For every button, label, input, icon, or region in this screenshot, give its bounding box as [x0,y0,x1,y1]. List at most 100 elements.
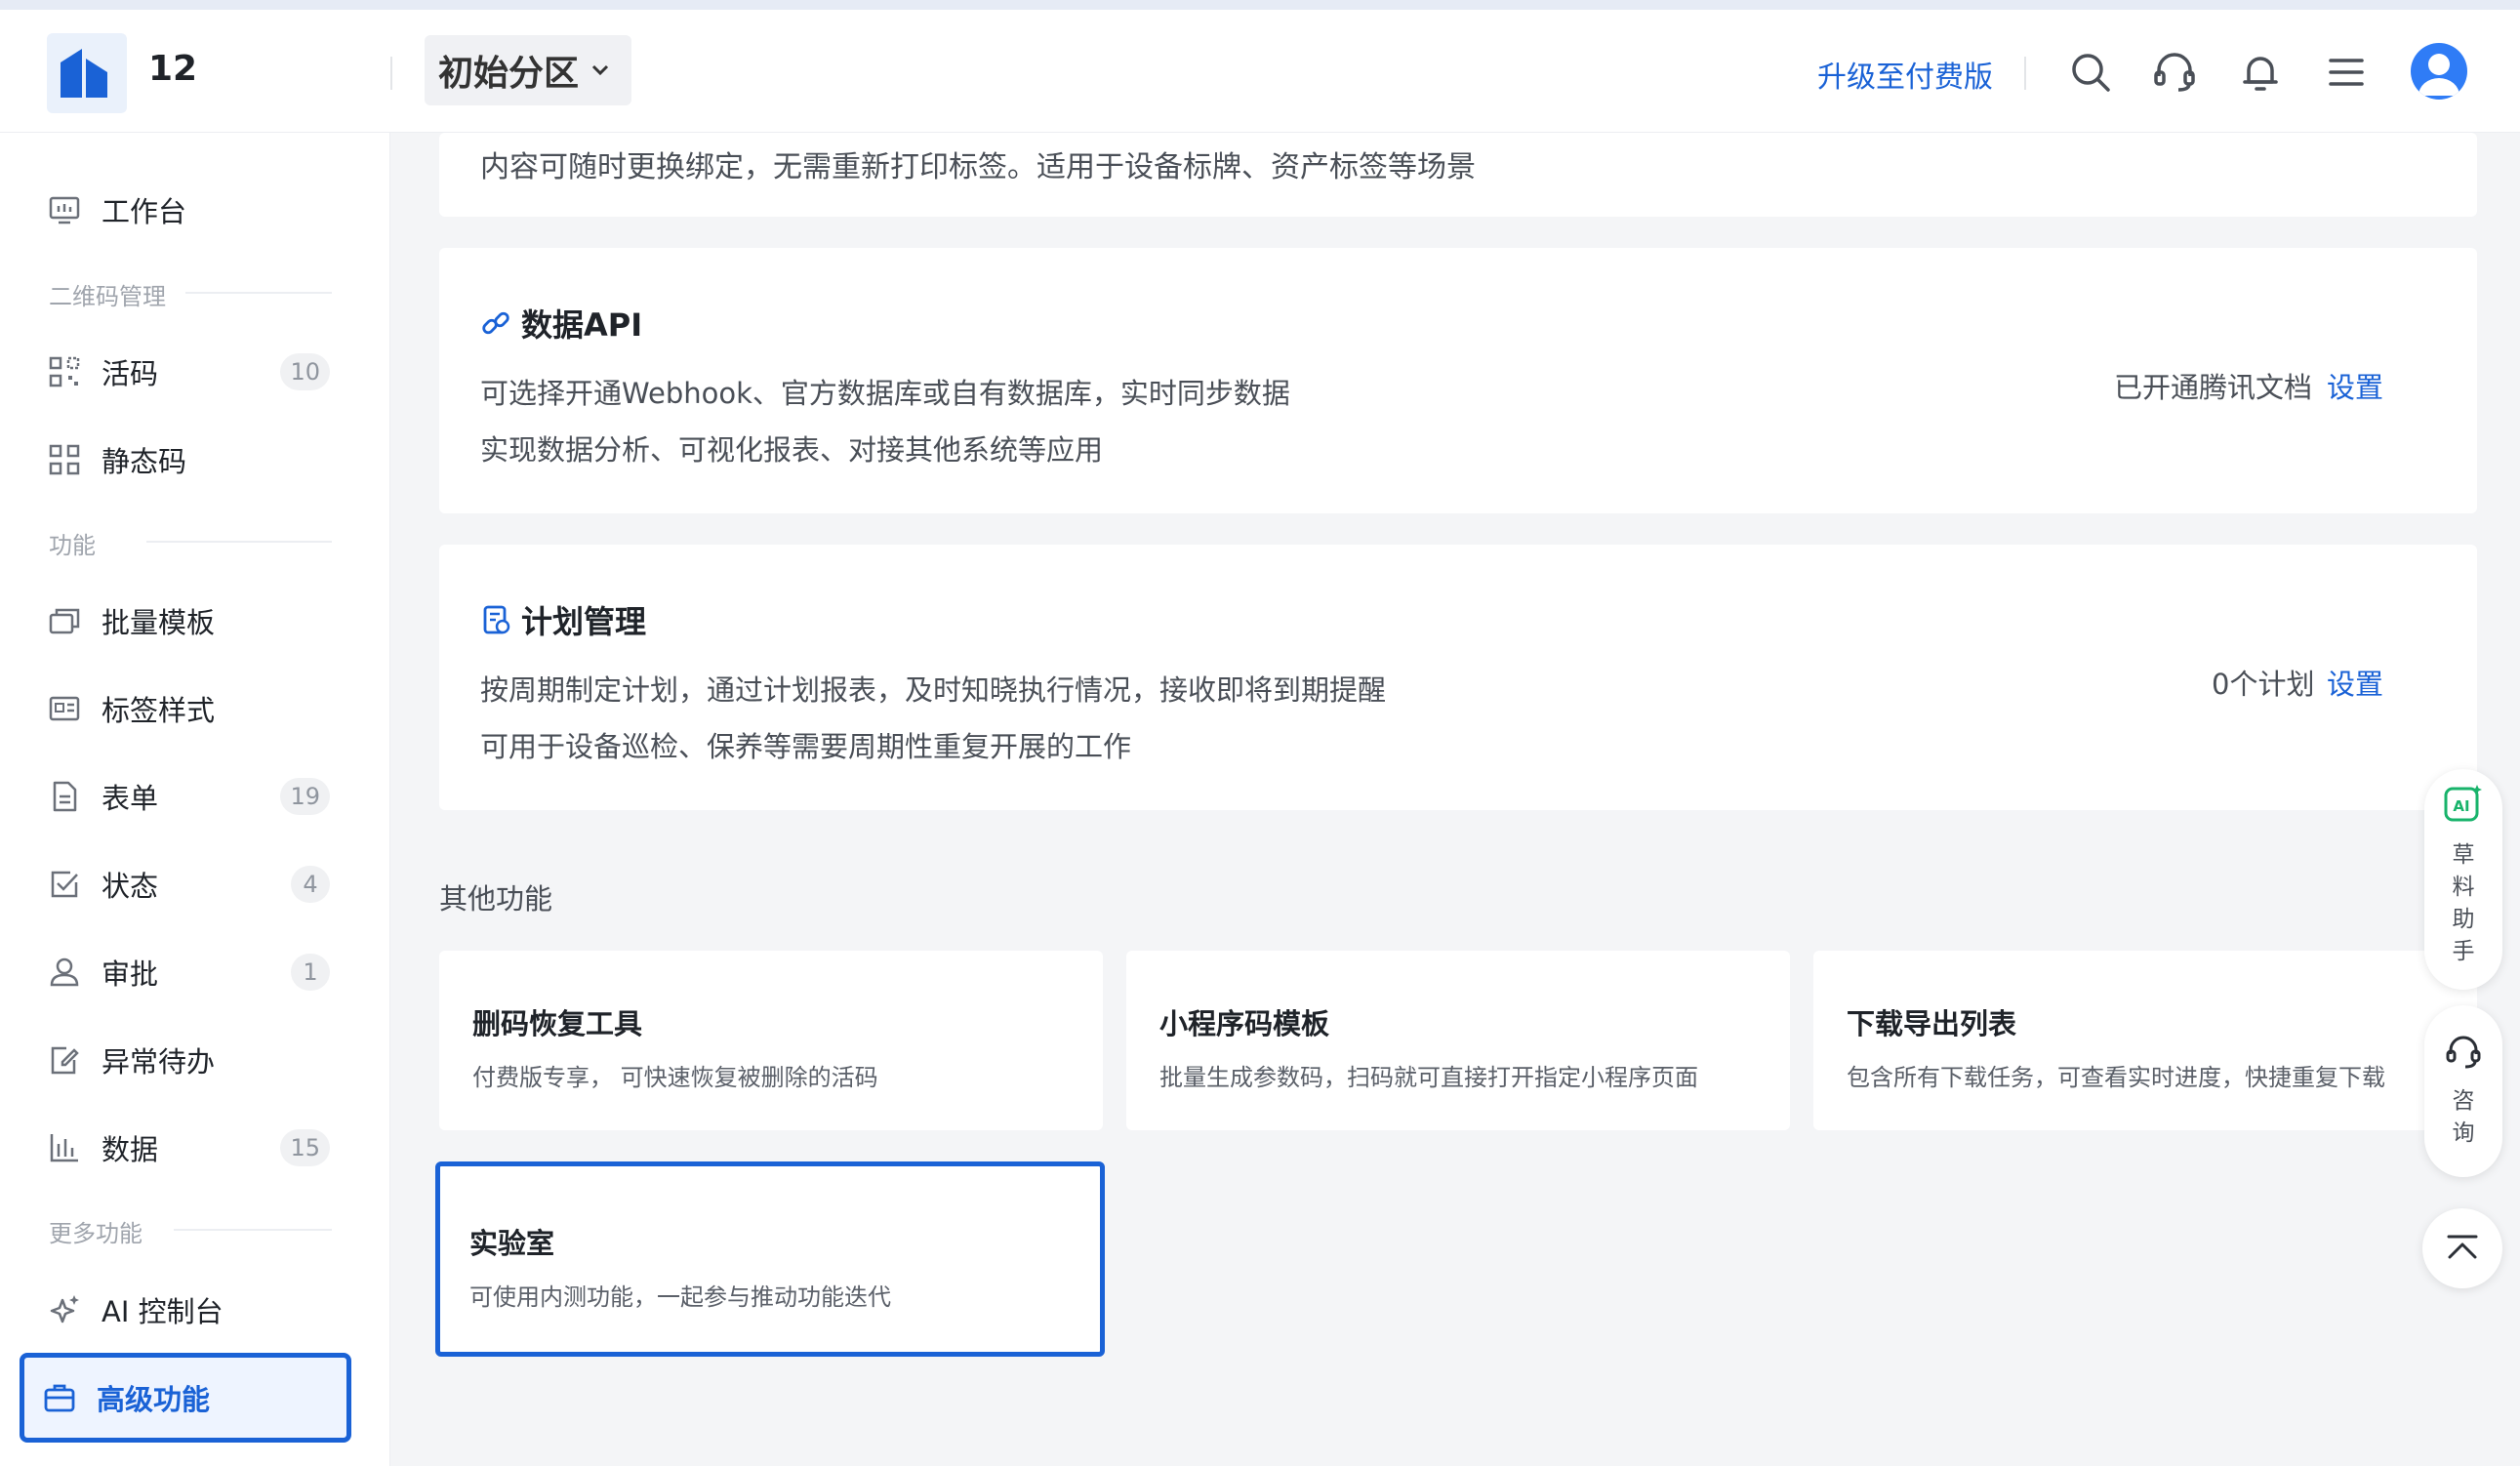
sidebar: 工作台 二维码管理 活码 10 静态码 功能 批量模板 标签样式 表单 19 状… [0,133,390,1466]
sidebar-item-static-code[interactable]: 静态码 [29,424,342,496]
edit-note-icon [51,1046,79,1075]
sidebar-item-label: 静态码 [102,445,187,478]
chevron-down-icon [591,64,609,76]
sidebar-item-data[interactable]: 数据 15 [29,1112,342,1184]
card-title: 计划管理 [480,597,646,642]
document-icon [53,781,77,812]
calendar-doc-icon [483,605,510,634]
plan-settings-link[interactable]: 设置 [2327,662,2383,703]
count-badge: 19 [280,778,330,815]
sidebar-item-batch-template[interactable]: 批量模板 [29,585,342,657]
count-badge: 4 [291,866,330,903]
card-description: 内容可随时更换绑定，无需重新打印标签。适用于设备标牌、资产标签等场景 [480,150,1476,184]
avatar[interactable] [2411,43,2467,100]
tile-description: 批量生成参数码，扫码就可直接打开指定小程序页面 [1159,1064,1698,1091]
sidebar-item-approval[interactable]: 审批 1 [29,936,342,1008]
logo-icon [61,49,107,98]
consult-button[interactable]: 咨 询 [2424,1005,2502,1177]
app-logo[interactable] [47,33,127,113]
sidebar-item-label: 表单 [102,782,159,815]
feature-card-data-api: 数据API 可选择开通Webhook、官方数据库或自有数据库，实时同步数据 实现… [439,248,2477,513]
section-divider [185,292,332,294]
header-divider-2 [2024,57,2026,90]
sidebar-item-form[interactable]: 表单 19 [29,760,342,833]
card-title: 数据API [480,301,642,346]
sidebar-item-label: AI 控制台 [102,1295,224,1328]
section-divider [174,1229,332,1231]
tile-description: 付费版专享， 可快速恢复被删除的活码 [472,1064,878,1091]
monitor-icon [49,196,80,224]
window-top-strip [0,0,2520,10]
menu-icon[interactable] [2323,49,2370,96]
api-settings-link[interactable]: 设置 [2327,365,2383,406]
sparkle-icon [50,1295,79,1323]
feature-card-live-code: 内容可随时更换绑定，无需重新打印标签。适用于设备标牌、资产标签等场景 [439,133,2477,217]
back-to-top-button[interactable] [2422,1208,2502,1288]
sidebar-item-exception[interactable]: 异常待办 [29,1024,342,1096]
card-description: 可用于设备巡检、保养等需要周期性重复开展的工作 [480,730,1132,763]
sidebar-item-label: 活码 [102,357,159,390]
sidebar-item-label: 状态 [102,870,159,903]
partition-label: 初始分区 [438,54,580,94]
tile-description: 可使用内测功能，一起参与推动功能迭代 [469,1283,891,1311]
sidebar-item-label-style[interactable]: 标签样式 [29,672,342,745]
count-badge: 1 [291,954,330,991]
card-description: 按周期制定计划，通过计划报表，及时知晓执行情况，接收即将到期提醒 [480,673,1387,707]
card-title-text: 计划管理 [521,603,647,640]
upgrade-link[interactable]: 升级至付费版 [1817,53,1993,96]
tile-title: 删码恢复工具 [472,1007,643,1040]
tile-download-list[interactable]: 下载导出列表 包含所有下载任务，可查看实时进度，快捷重复下载 [1813,951,2477,1130]
briefcase-icon [44,1384,75,1412]
layers-icon [49,608,80,634]
ai-assistant-button[interactable]: AI 草 料 助 手 [2424,769,2502,990]
sidebar-item-label: 异常待办 [102,1045,216,1079]
assistant-label: 草 料 助 手 [2452,842,2475,964]
consult-label: 咨 询 [2452,1088,2475,1146]
org-name: 12 [148,49,198,89]
sidebar-item-status[interactable]: 状态 4 [29,848,342,920]
sidebar-item-label: 高级功能 [97,1383,211,1416]
ai-assistant-icon: AI [2444,785,2482,822]
header-divider [390,57,392,90]
top-header: 12 初始分区 升级至付费版 [0,10,2520,133]
sidebar-item-label: 批量模板 [102,606,216,639]
sidebar-item-live-code[interactable]: 活码 10 [29,336,342,408]
tile-title: 实验室 [469,1227,555,1260]
section-label-function: 功能 [49,532,96,559]
section-title-other: 其他功能 [439,882,553,916]
sidebar-item-ai-console[interactable]: AI 控制台 [29,1274,342,1346]
arrow-up-icon [2447,1235,2478,1259]
count-badge: 10 [280,353,330,390]
tile-code-recovery[interactable]: 删码恢复工具 付费版专享， 可快速恢复被删除的活码 [439,951,1103,1130]
card-description: 实现数据分析、可视化报表、对接其他系统等应用 [480,433,1104,467]
tile-title: 小程序码模板 [1159,1007,1330,1040]
checkbox-icon [51,871,78,898]
tile-miniprogram-template[interactable]: 小程序码模板 批量生成参数码，扫码就可直接打开指定小程序页面 [1126,951,1790,1130]
section-label-qrcode: 二维码管理 [49,283,166,310]
sidebar-item-label: 标签样式 [102,694,216,727]
card-description: 可选择开通Webhook、官方数据库或自有数据库，实时同步数据 [480,377,1290,410]
tile-lab[interactable]: 实验室 可使用内测功能，一起参与推动功能迭代 [435,1161,1105,1357]
bell-icon[interactable] [2237,49,2284,96]
user-icon [2418,54,2459,96]
qrcode-icon [49,356,80,387]
sidebar-item-label: 数据 [102,1133,159,1166]
tile-title: 下载导出列表 [1847,1007,2017,1040]
sidebar-item-label: 审批 [102,957,159,991]
sidebar-item-advanced[interactable]: 高级功能 [20,1353,351,1443]
label-card-icon [49,696,80,721]
plan-count: 0个计划 [2212,668,2315,701]
partition-selector[interactable]: 初始分区 [425,35,631,105]
card-title-text: 数据API [521,306,643,344]
section-label-more: 更多功能 [49,1220,142,1247]
headset-icon[interactable] [2151,49,2198,96]
ai-badge-text: AI [2453,797,2469,815]
sidebar-item-label: 工作台 [102,195,187,228]
link-icon [482,311,509,335]
sidebar-item-workbench[interactable]: 工作台 [29,174,342,246]
user-stamp-icon [50,957,79,987]
search-icon[interactable] [2067,49,2114,96]
feature-card-plan: 计划管理 按周期制定计划，通过计划报表，及时知晓执行情况，接收即将到期提醒 可用… [439,545,2477,810]
count-badge: 15 [280,1129,330,1166]
api-status: 已开通腾讯文档 [2114,371,2313,404]
